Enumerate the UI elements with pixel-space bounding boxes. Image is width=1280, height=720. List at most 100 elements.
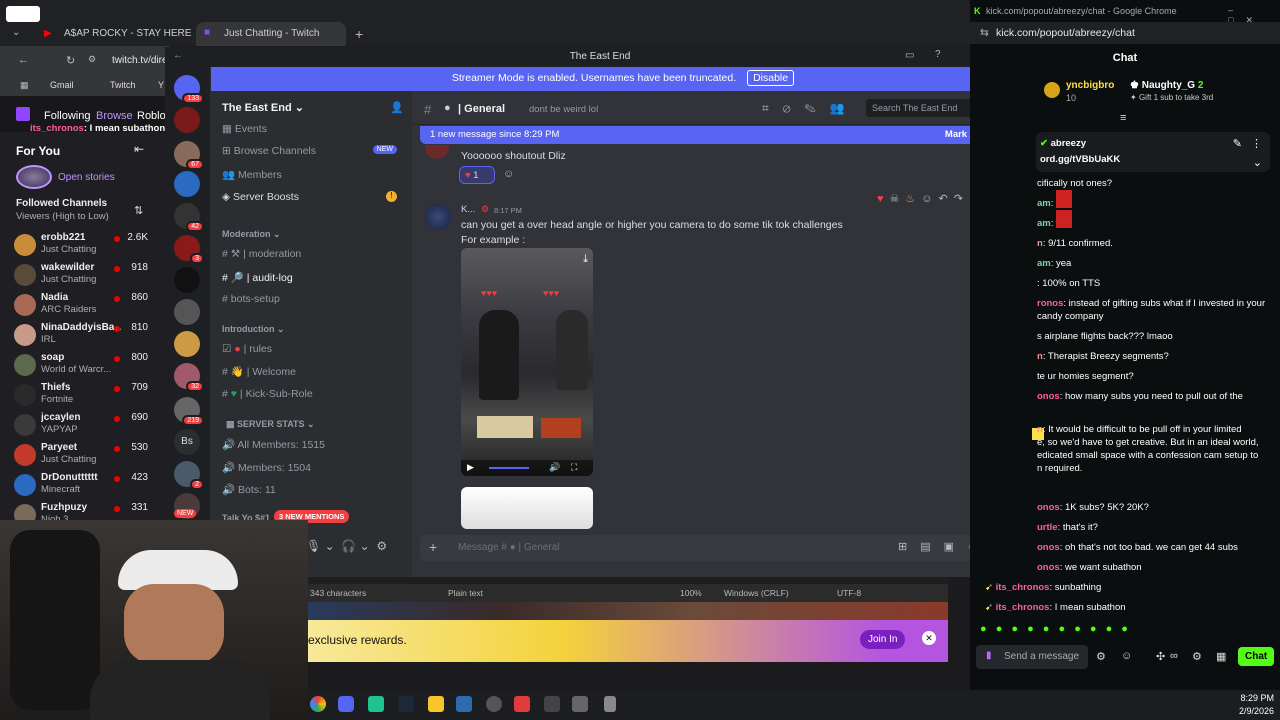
channel-item[interactable]: NinaDaddyisBa... IRL 810 [14, 322, 164, 352]
gift-icon[interactable]: ⊞ [898, 541, 920, 553]
stat-all-members[interactable]: 🔊 All Members: 1515 [222, 438, 407, 458]
obs-taskbar-icon[interactable] [486, 696, 502, 712]
send-message-input[interactable]: ▮ Send a message [976, 645, 1088, 669]
discord-taskbar-icon[interactable] [338, 696, 354, 712]
chat-username[interactable]: am [1037, 218, 1051, 229]
zoom-level[interactable]: 100% [680, 588, 702, 598]
chat-send-button[interactable]: Chat [1238, 647, 1275, 666]
help-icon[interactable]: ? [935, 49, 941, 60]
back-icon[interactable]: ← [18, 54, 29, 66]
settings-icon[interactable]: ⚙ [1192, 650, 1202, 663]
pin-icon[interactable]: ✎ [1233, 137, 1242, 150]
invite-icon[interactable]: 👤 [390, 101, 404, 114]
channel-moderation[interactable]: # ⚒ | moderation [222, 248, 407, 268]
channel-welcome[interactable]: # 👋 | Welcome [222, 365, 407, 385]
bookmark-youtube[interactable]: Y [158, 80, 164, 90]
address-bar[interactable]: twitch.tv/dire [112, 55, 168, 66]
tab-asap-rocky[interactable]: ▶ A$AP ROCKY - STAY HERE 4 LIF [36, 22, 194, 46]
close-icon[interactable]: ✕ [922, 631, 936, 645]
category-moderation[interactable]: Moderation ⌄ [222, 229, 281, 240]
pin-icon[interactable]: ✎ [805, 101, 830, 115]
text-mode[interactable]: Plain text [448, 588, 483, 598]
channel-events[interactable]: ▦ Events [222, 123, 407, 143]
channel-boosts[interactable]: ◈ Server Boosts! [222, 191, 407, 211]
mic-icon[interactable]: 🎙 [306, 539, 321, 553]
members-list-icon[interactable]: 👥 [830, 101, 859, 115]
channel-item[interactable]: soap World of Warcr... 800 [14, 352, 164, 382]
site-info-icon[interactable]: ⇆ [980, 27, 989, 39]
volume-icon[interactable]: 🔊 [549, 462, 560, 473]
stories-avatar-icon[interactable] [16, 165, 52, 189]
play-icon[interactable]: ▶ [467, 462, 474, 473]
server-name[interactable]: The East End ⌄ [222, 101, 304, 114]
channel-item[interactable]: Thiefs Fortnite 709 [14, 382, 164, 412]
nav-following[interactable]: Following [44, 110, 90, 122]
channel-rules[interactable]: ☑ ● | rules [222, 343, 407, 363]
channel-item[interactable]: wakewilder Just Chatting 918 [14, 262, 164, 292]
new-tab-button[interactable]: + [355, 26, 363, 42]
guild-icon[interactable]: 2 [174, 461, 204, 490]
guild-icon[interactable]: 42 [174, 203, 204, 232]
infinity-icon[interactable]: ∞ [1170, 650, 1178, 662]
channel-kick-sub-role[interactable]: # ♥ | Kick-Sub-Role [222, 388, 407, 408]
back-icon[interactable]: ← [173, 50, 183, 61]
forward-icon[interactable]: ↷ [954, 193, 969, 205]
stat-bots[interactable]: 🔊 Bots: 11 [222, 483, 407, 503]
notepad-taskbar-icon[interactable] [456, 696, 472, 712]
collapse-icon[interactable]: ≡ [1120, 112, 1126, 124]
headset-icon[interactable]: 🎧 [341, 539, 356, 553]
app-taskbar-icon[interactable] [572, 696, 588, 712]
guild-icon[interactable] [174, 171, 200, 197]
chat-username[interactable]: ronos [1037, 298, 1063, 309]
message-composer[interactable]: + Message # ● | General ⊞▤▣☺✣ [420, 535, 1028, 561]
folder-taskbar-icon[interactable] [428, 696, 444, 712]
video-attachment[interactable]: ♥♥♥ ♥♥♥ ⤓ ▶ 🔊 ⛶ [461, 248, 593, 476]
guild-bs[interactable]: Bs [174, 429, 200, 455]
followed-sort[interactable]: Viewers (High to Low) [16, 211, 109, 222]
gifter-name[interactable]: ♚ Naughty_G 2 [1130, 80, 1203, 91]
chat-username[interactable]: onos [1037, 502, 1060, 513]
grid-icon[interactable]: ▦ [1216, 650, 1226, 663]
line-ending[interactable]: Windows (CRLF) [724, 588, 789, 598]
channel-item[interactable]: erobb221 Just Chatting 2.6K [14, 232, 164, 262]
guild-icon[interactable]: 67 [174, 141, 204, 170]
avatar[interactable] [425, 204, 451, 230]
gif-icon[interactable]: ▤ [920, 541, 943, 553]
join-in-button[interactable]: Join In [860, 630, 906, 649]
kick-urlbar[interactable]: ⇆ kick.com/popout/abreezy/chat [970, 22, 1280, 44]
more-icon[interactable]: ⋮ [1251, 137, 1262, 150]
channel-audit-log[interactable]: # 🔎 | audit-log [222, 271, 407, 291]
gifter-name[interactable]: yncbigbro [1066, 80, 1114, 91]
seek-bar[interactable] [489, 467, 529, 469]
chat-username[interactable]: urtle [1037, 522, 1058, 533]
sort-icon[interactable]: ⇅ [134, 204, 143, 217]
encoding[interactable]: UTF-8 [837, 588, 861, 598]
heart-react-icon[interactable]: ♥ [877, 193, 890, 205]
chat-username[interactable]: its_chronos [996, 582, 1050, 593]
photos-taskbar-icon[interactable] [544, 696, 560, 712]
video-attachment[interactable] [461, 487, 593, 529]
chat-username[interactable]: onos [1037, 542, 1060, 553]
twitch-logo-icon[interactable] [16, 107, 30, 121]
open-stories-link[interactable]: Open stories [58, 172, 115, 183]
chat-username[interactable]: am [1037, 198, 1051, 209]
app-taskbar-icon[interactable] [368, 696, 384, 712]
download-icon[interactable]: ⤓ [583, 253, 588, 266]
category-server-stats[interactable]: ▦ SERVER STATS ⌄ [226, 419, 315, 430]
channel-members[interactable]: 👥 Members [222, 168, 407, 188]
emote-picker-icon[interactable]: ☺ [1121, 650, 1132, 662]
dm-home-icon[interactable]: 133 [174, 75, 204, 104]
channel-item[interactable]: jccaylen YAPYAP 690 [14, 412, 164, 442]
fire-react-icon[interactable]: ♨ [905, 193, 921, 205]
bookmark-twitch[interactable]: Twitch [110, 80, 136, 90]
app-taskbar-icon[interactable] [514, 696, 530, 712]
channel-bots-setup[interactable]: # bots-setup [222, 293, 407, 313]
mute-icon[interactable]: ⊘ [783, 101, 805, 115]
channel-item[interactable]: Nadia ARC Raiders 860 [14, 292, 164, 322]
channel-item[interactable]: DrDonutttttt Minecraft 423 [14, 472, 164, 502]
channel-browse[interactable]: ⊞ Browse Channels NEW [222, 145, 407, 165]
fullscreen-icon[interactable]: ⛶ [571, 462, 577, 473]
app-taskbar-icon[interactable] [604, 696, 616, 712]
settings-icon[interactable]: ⚙ [376, 539, 387, 553]
inbox-icon[interactable]: ▭ [905, 50, 914, 61]
